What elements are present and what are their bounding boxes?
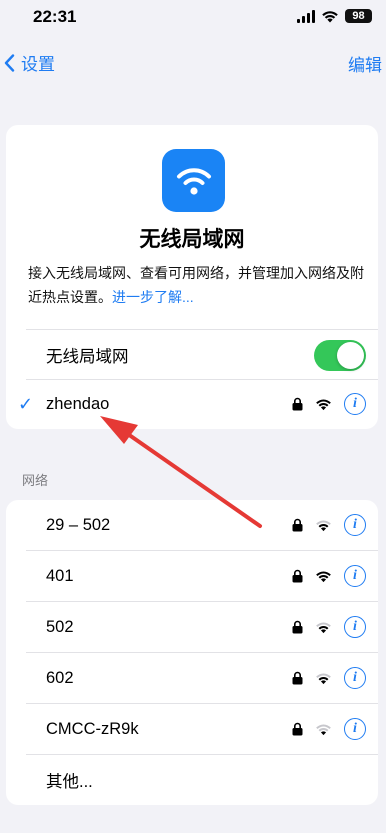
wifi-settings-card: 无线局域网 接入无线局域网、查看可用网络，并管理加入网络及附近热点设置。进一步了… bbox=[6, 125, 378, 429]
page-title: 无线局域网 bbox=[139, 228, 245, 251]
info-icon[interactable]: i bbox=[344, 718, 366, 740]
lock-icon bbox=[292, 722, 303, 736]
row-icons: i bbox=[292, 718, 366, 740]
info-icon[interactable]: i bbox=[344, 667, 366, 689]
wifi-signal-icon bbox=[316, 399, 331, 410]
network-name: 401 bbox=[46, 566, 74, 585]
toggle-knob bbox=[337, 341, 364, 369]
network-row[interactable]: 29 – 502 i bbox=[6, 500, 378, 550]
wifi-signal-icon bbox=[316, 520, 331, 531]
network-row[interactable]: CMCC-zR9k i bbox=[6, 704, 378, 754]
row-icons: i bbox=[292, 393, 366, 415]
other-network-row[interactable]: 其他... bbox=[6, 755, 378, 805]
wifi-signal-icon bbox=[316, 724, 331, 735]
connected-network-row[interactable]: ✓ zhendao i bbox=[6, 379, 378, 429]
connected-network-name: zhendao bbox=[46, 394, 110, 413]
info-icon[interactable]: i bbox=[344, 514, 366, 536]
status-bar: 22:31 98 bbox=[0, 0, 386, 34]
wifi-signal-icon bbox=[316, 571, 331, 582]
chevron-left-icon bbox=[4, 53, 15, 72]
wifi-status-icon bbox=[322, 10, 338, 22]
wifi-toggle[interactable] bbox=[314, 339, 366, 371]
network-row[interactable]: 401 i bbox=[6, 551, 378, 601]
network-name: 502 bbox=[46, 617, 74, 636]
wifi-toggle-label: 无线局域网 bbox=[46, 348, 129, 366]
info-icon[interactable]: i bbox=[344, 565, 366, 587]
network-row[interactable]: 502 i bbox=[6, 602, 378, 652]
other-network-label: 其他... bbox=[46, 773, 93, 791]
network-row[interactable]: 602 i bbox=[6, 653, 378, 703]
lock-icon bbox=[292, 620, 303, 634]
back-button-label: 设置 bbox=[21, 55, 55, 74]
checkmark-icon: ✓ bbox=[18, 393, 34, 414]
row-icons: i bbox=[292, 616, 366, 638]
lock-icon bbox=[292, 671, 303, 685]
row-icons: i bbox=[292, 667, 366, 689]
info-icon[interactable]: i bbox=[344, 393, 366, 415]
row-icons: i bbox=[292, 565, 366, 587]
wifi-signal-icon bbox=[316, 673, 331, 684]
network-name: CMCC-zR9k bbox=[46, 719, 139, 738]
wifi-signal-icon bbox=[316, 622, 331, 633]
lock-icon bbox=[292, 518, 303, 532]
battery-icon: 98 bbox=[345, 9, 372, 23]
description-text: 接入无线局域网、查看可用网络，并管理加入网络及附近热点设置。进一步了解... bbox=[28, 261, 368, 309]
wifi-app-icon bbox=[162, 149, 225, 212]
description-body: 接入无线局域网、查看可用网络，并管理加入网络及附近热点设置。 bbox=[28, 265, 364, 305]
lock-icon bbox=[292, 397, 303, 411]
network-name: 29 – 502 bbox=[46, 515, 111, 534]
nav-bar: 设置 编辑 bbox=[0, 48, 386, 76]
cellular-signal-icon bbox=[297, 9, 315, 23]
status-time: 22:31 bbox=[33, 7, 77, 26]
info-icon[interactable]: i bbox=[344, 616, 366, 638]
row-icons: i bbox=[292, 514, 366, 536]
networks-list: 29 – 502 i 401 i 502 i 602 i CMCC-zR9k i… bbox=[6, 500, 378, 805]
wifi-toggle-row: 无线局域网 bbox=[6, 330, 378, 380]
network-name: 602 bbox=[46, 668, 74, 687]
learn-more-link[interactable]: 进一步了解... bbox=[112, 289, 194, 305]
networks-section-header: 网络 bbox=[22, 473, 49, 488]
edit-button[interactable]: 编辑 bbox=[348, 51, 382, 76]
back-button[interactable]: 设置 bbox=[4, 50, 55, 75]
lock-icon bbox=[292, 569, 303, 583]
status-icons: 98 bbox=[297, 9, 372, 23]
